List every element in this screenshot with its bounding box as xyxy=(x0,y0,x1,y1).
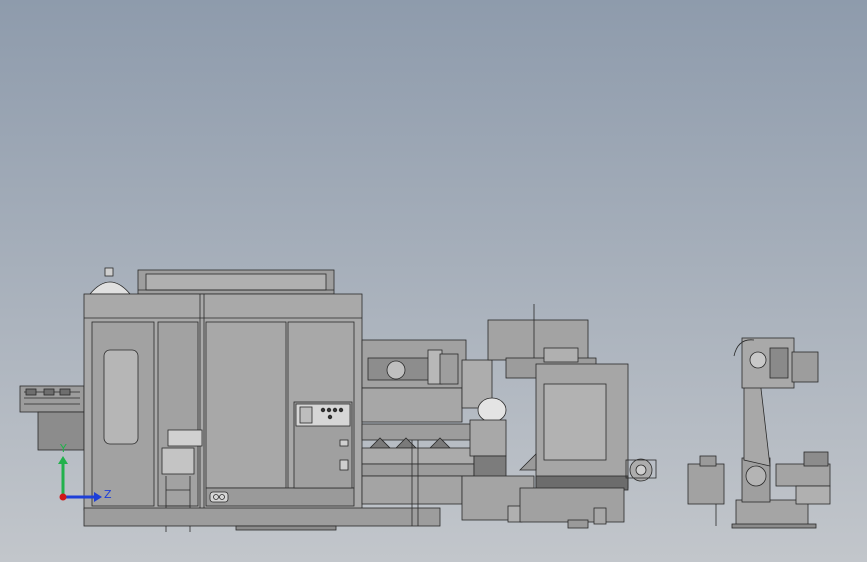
triad-z-label: Z xyxy=(104,488,112,501)
cad-viewport[interactable]: Y Z xyxy=(0,0,867,562)
triad-y-label: Y xyxy=(59,442,67,455)
cad-scene[interactable]: Y Z xyxy=(0,0,867,562)
top-hood xyxy=(137,269,335,295)
injection-section[interactable] xyxy=(361,339,475,526)
control-panel[interactable] xyxy=(293,401,353,489)
triad-origin xyxy=(59,493,67,501)
base-frame xyxy=(83,507,441,527)
